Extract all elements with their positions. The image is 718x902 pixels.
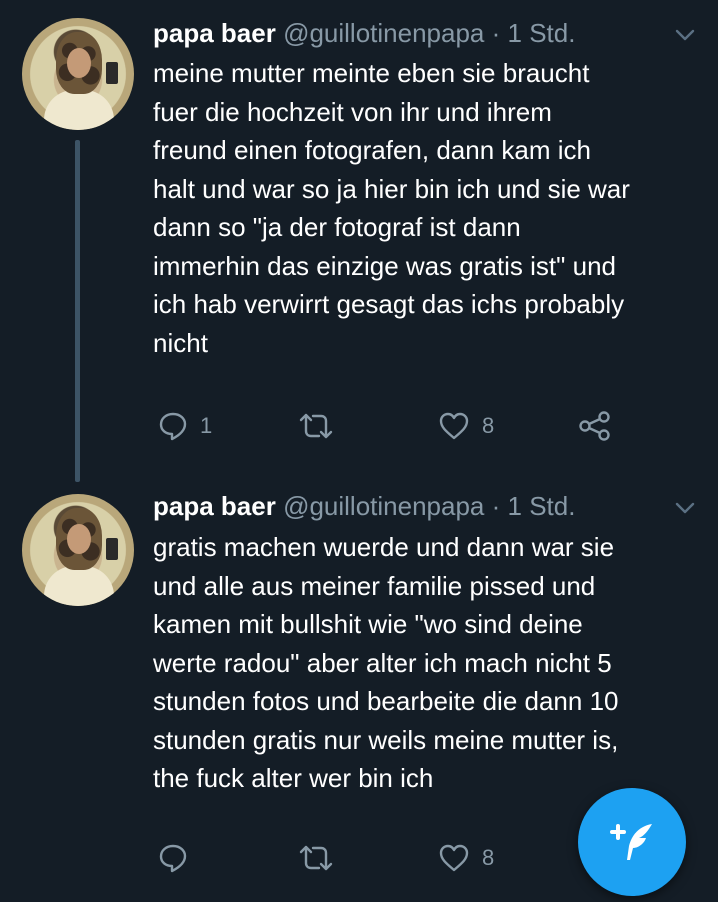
like-count: 8 [482,413,495,438]
like-button[interactable]: 8 [438,843,494,873]
separator-dot: · [491,491,501,521]
tweet-text-line: werte radou" aber alter ich mach nicht 5 [153,647,612,678]
compose-tweet-icon [606,818,660,873]
user-handle[interactable]: @guillotinenpapa [283,491,484,521]
reply-icon [158,411,188,441]
tweet-text: meine mutter meinte eben sie braucht fue… [153,54,703,362]
timestamp[interactable]: 1 Std. [508,18,576,48]
tweet-actions: 1 8 [0,411,718,451]
share-icon [578,411,612,441]
heart-icon [438,411,470,441]
reply-button[interactable]: 1 [158,411,212,441]
tweet-text-line: kamen mit bullshit wie "wo sind deine [153,609,583,639]
compose-tweet-button[interactable] [578,788,686,896]
like-button[interactable]: 8 [438,411,494,441]
tweet-text: gratis machen wuerde und dann war sie un… [153,528,703,798]
tweet-text-line: meine mutter meinte eben sie braucht [153,58,590,88]
retweet-button[interactable] [298,411,346,441]
display-name[interactable]: papa baer [153,18,276,48]
user-handle[interactable]: @guillotinenpapa [283,18,484,48]
tweet-text-line: stunden fotos und bearbeite die dann 10 [153,686,619,716]
avatar[interactable] [22,494,134,606]
retweet-icon [298,843,334,873]
separator-dot: · [491,18,501,48]
retweet-button[interactable] [298,843,346,873]
reply-icon [158,843,188,873]
like-count: 8 [482,845,495,870]
tweet-header: papa baer @guillotinenpapa · 1 Std. [153,487,575,525]
display-name[interactable]: papa baer [153,491,276,521]
tweet-text-line: ich hab verwirrt gesagt das ichs probabl… [153,289,625,319]
tweet-text-line: halt und war so ja hier bin ich und sie … [153,173,630,204]
reply-button[interactable] [158,843,200,873]
tweet-header: papa baer @guillotinenpapa · 1 Std. [153,14,575,52]
tweet-text-line: dann so "ja der fotograf ist dann [153,212,521,242]
tweet-text-line: stunden gratis nur weils meine mutter is… [153,724,619,755]
chevron-down-icon[interactable] [674,24,696,46]
share-button[interactable] [578,411,612,441]
tweet-text-line: immerhin das einzige was gratis ist" und [153,250,616,281]
tweet-text-line: und alle aus meiner familie pissed und [153,570,596,601]
reply-count: 1 [200,413,213,438]
chevron-down-icon[interactable] [674,497,696,519]
tweet-text-line: fuer die hochzeit von ihr und ihrem [153,96,552,127]
timestamp[interactable]: 1 Std. [508,491,576,521]
heart-icon [438,843,470,873]
avatar[interactable] [22,18,134,130]
tweet-text-line: freund einen fotografen, dann kam ich [153,135,591,165]
retweet-icon [298,411,334,441]
tweet-text-line: nicht [153,327,208,358]
tweet-text-line: gratis machen wuerde und dann war sie [153,532,615,562]
